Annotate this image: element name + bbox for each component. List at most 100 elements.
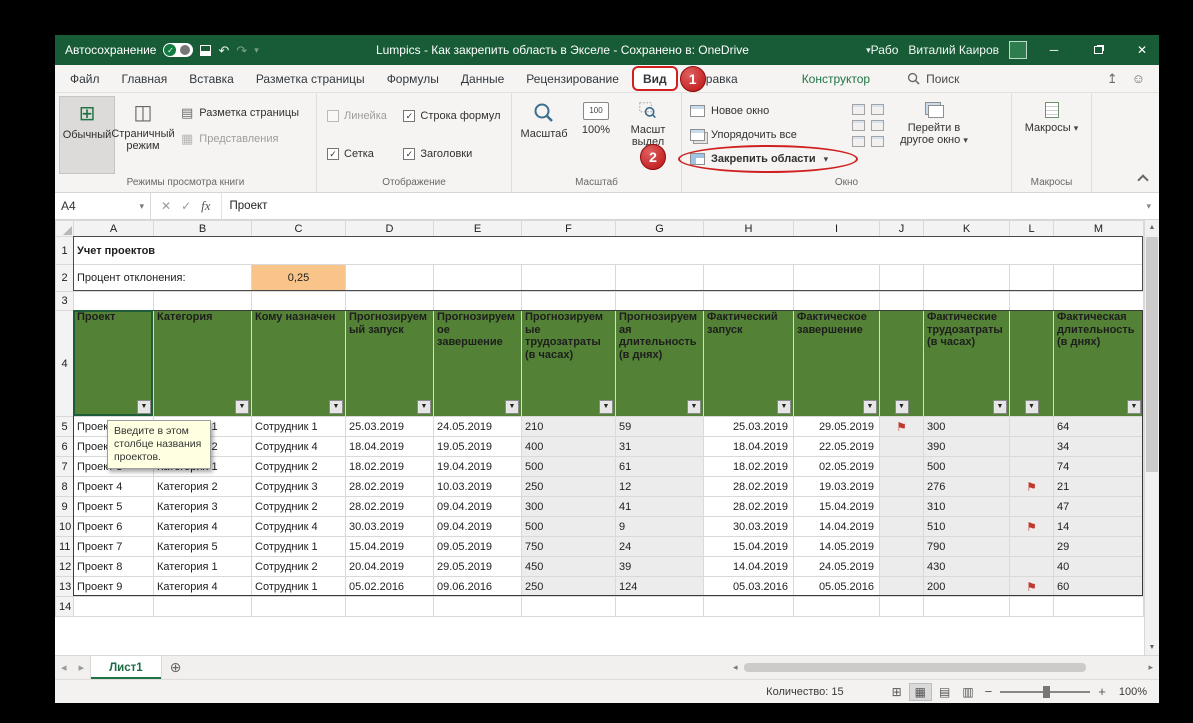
cell-C5[interactable]: Сотрудник 1 xyxy=(251,416,346,437)
cell-L7[interactable] xyxy=(1009,456,1054,477)
ribbon-tab-view[interactable]: Вид 1 xyxy=(631,66,706,92)
cell-K12[interactable]: 430 xyxy=(923,556,1010,577)
cell[interactable] xyxy=(345,264,434,292)
cell[interactable] xyxy=(521,264,616,292)
ribbon-tab-formulas[interactable]: Формулы xyxy=(376,65,450,92)
cell-I5[interactable]: 29.05.2019 xyxy=(793,416,880,437)
cell-M6[interactable]: 34 xyxy=(1053,436,1144,457)
filter-button[interactable]: ▼ xyxy=(329,400,343,414)
cell[interactable] xyxy=(615,596,704,617)
cell-L11[interactable] xyxy=(1009,536,1054,557)
row-header-13[interactable]: 13 xyxy=(55,576,74,597)
column-header-G[interactable]: G xyxy=(615,220,704,237)
page-layout-view-button[interactable]: ▤ Разметка страницы xyxy=(177,102,303,124)
cell-H6[interactable]: 18.04.2019 xyxy=(703,436,794,457)
cell-F12[interactable]: 450 xyxy=(521,556,616,577)
cell-J5[interactable]: ⚑ xyxy=(879,416,924,437)
zoom-button[interactable]: Масштаб xyxy=(516,96,572,174)
cell[interactable] xyxy=(703,264,794,292)
ribbon-tab-table-design[interactable]: Конструктор xyxy=(791,65,881,92)
horizontal-scroll-track[interactable] xyxy=(741,662,1145,673)
filter-button[interactable]: ▼ xyxy=(137,400,151,414)
vertical-scroll-track[interactable] xyxy=(1145,235,1159,640)
cell[interactable] xyxy=(153,291,252,311)
row-header-9[interactable]: 9 xyxy=(55,496,74,517)
cell[interactable] xyxy=(521,291,616,311)
cell-C6[interactable]: Сотрудник 4 xyxy=(251,436,346,457)
cell-D9[interactable]: 28.02.2019 xyxy=(345,496,434,517)
deviation-label-cell[interactable]: Процент отклонения: xyxy=(73,264,252,292)
page-break-preview-button[interactable]: ◫ Страничный режим xyxy=(111,96,174,174)
cell-D10[interactable]: 30.03.2019 xyxy=(345,516,434,537)
table-header-col-A[interactable]: Проект ▼ xyxy=(73,310,154,417)
cell[interactable] xyxy=(251,596,346,617)
filter-button[interactable]: ▼ xyxy=(777,400,791,414)
column-header-K[interactable]: K xyxy=(923,220,1010,237)
cell[interactable] xyxy=(879,291,924,311)
cell-G10[interactable]: 9 xyxy=(615,516,704,537)
cell-A9[interactable]: Проект 5 xyxy=(73,496,154,517)
cell-J12[interactable] xyxy=(879,556,924,577)
cell-M8[interactable]: 21 xyxy=(1053,476,1144,497)
row-header-11[interactable]: 11 xyxy=(55,536,74,557)
cell[interactable] xyxy=(521,596,616,617)
cancel-entry-icon[interactable]: ✕ xyxy=(161,199,171,213)
cell-I8[interactable]: 19.03.2019 xyxy=(793,476,880,497)
cell-K13[interactable]: 200 xyxy=(923,576,1010,597)
cell-I9[interactable]: 15.04.2019 xyxy=(793,496,880,517)
cell-J9[interactable] xyxy=(879,496,924,517)
table-header-col-H[interactable]: Фактический запуск ▼ xyxy=(703,310,794,417)
cell-L6[interactable] xyxy=(1009,436,1054,457)
zoom-level[interactable]: 100% xyxy=(1119,686,1147,698)
arrange-all-button[interactable]: Упорядочить все xyxy=(686,124,844,146)
scroll-right-icon[interactable]: ▸ xyxy=(1144,662,1157,673)
cell-G12[interactable]: 39 xyxy=(615,556,704,577)
sheet-nav-left-icon[interactable]: ◂ xyxy=(55,656,73,679)
ribbon-tab-home[interactable]: Главная xyxy=(111,65,179,92)
custom-views-button[interactable]: ▦ Представления xyxy=(177,128,303,150)
column-header-E[interactable]: E xyxy=(433,220,522,237)
cell-M7[interactable]: 74 xyxy=(1053,456,1144,477)
display-settings-icon[interactable]: ⊞ xyxy=(887,684,907,700)
table-header-col-C[interactable]: Кому назначен ▼ xyxy=(251,310,346,417)
cell[interactable] xyxy=(73,291,154,311)
table-header-col-K[interactable]: Фактические трудозатраты (в часах) ▼ xyxy=(923,310,1010,417)
cell-C7[interactable]: Сотрудник 2 xyxy=(251,456,346,477)
cell-K10[interactable]: 510 xyxy=(923,516,1010,537)
cell-E8[interactable]: 10.03.2019 xyxy=(433,476,522,497)
zoom-slider-thumb[interactable] xyxy=(1043,685,1051,698)
cell[interactable] xyxy=(923,291,1010,311)
sheet-title-cell[interactable]: Учет проектов xyxy=(73,236,1144,265)
cell[interactable] xyxy=(615,291,704,311)
add-sheet-button[interactable]: ⊕ xyxy=(162,656,190,679)
cell-E10[interactable]: 09.04.2019 xyxy=(433,516,522,537)
unhide-icon[interactable] xyxy=(852,136,865,147)
zoom-out-button[interactable]: − xyxy=(980,684,998,699)
normal-view-status-icon[interactable]: ▦ xyxy=(908,682,932,701)
cell-L10[interactable]: ⚑ xyxy=(1009,516,1054,537)
row-header-4[interactable]: 4 xyxy=(55,310,74,417)
freeze-panes-button[interactable]: Закрепить области ▾ 2 xyxy=(640,144,858,173)
cell-K11[interactable]: 790 xyxy=(923,536,1010,557)
row-header-5[interactable]: 5 xyxy=(55,416,74,437)
sheet-nav-right-icon[interactable]: ▸ xyxy=(73,656,91,679)
ribbon-tab-page-layout[interactable]: Разметка страницы xyxy=(245,65,376,92)
cell[interactable] xyxy=(793,264,880,292)
cell-L12[interactable] xyxy=(1009,556,1054,577)
cell-D7[interactable]: 18.02.2019 xyxy=(345,456,434,477)
cell[interactable] xyxy=(793,596,880,617)
cell-A11[interactable]: Проект 7 xyxy=(73,536,154,557)
cell-K7[interactable]: 500 xyxy=(923,456,1010,477)
cell-H5[interactable]: 25.03.2019 xyxy=(703,416,794,437)
cell-M12[interactable]: 40 xyxy=(1053,556,1144,577)
cell-L5[interactable] xyxy=(1009,416,1054,437)
ribbon-tab-data[interactable]: Данные xyxy=(450,65,515,92)
cell-C12[interactable]: Сотрудник 2 xyxy=(251,556,346,577)
cell[interactable] xyxy=(703,596,794,617)
cell-E5[interactable]: 24.05.2019 xyxy=(433,416,522,437)
row-header-1[interactable]: 1 xyxy=(55,236,74,265)
cell-M10[interactable]: 14 xyxy=(1053,516,1144,537)
cell-F6[interactable]: 400 xyxy=(521,436,616,457)
autosave-toggle[interactable]: ✓ xyxy=(163,43,194,57)
column-header-H[interactable]: H xyxy=(703,220,794,237)
